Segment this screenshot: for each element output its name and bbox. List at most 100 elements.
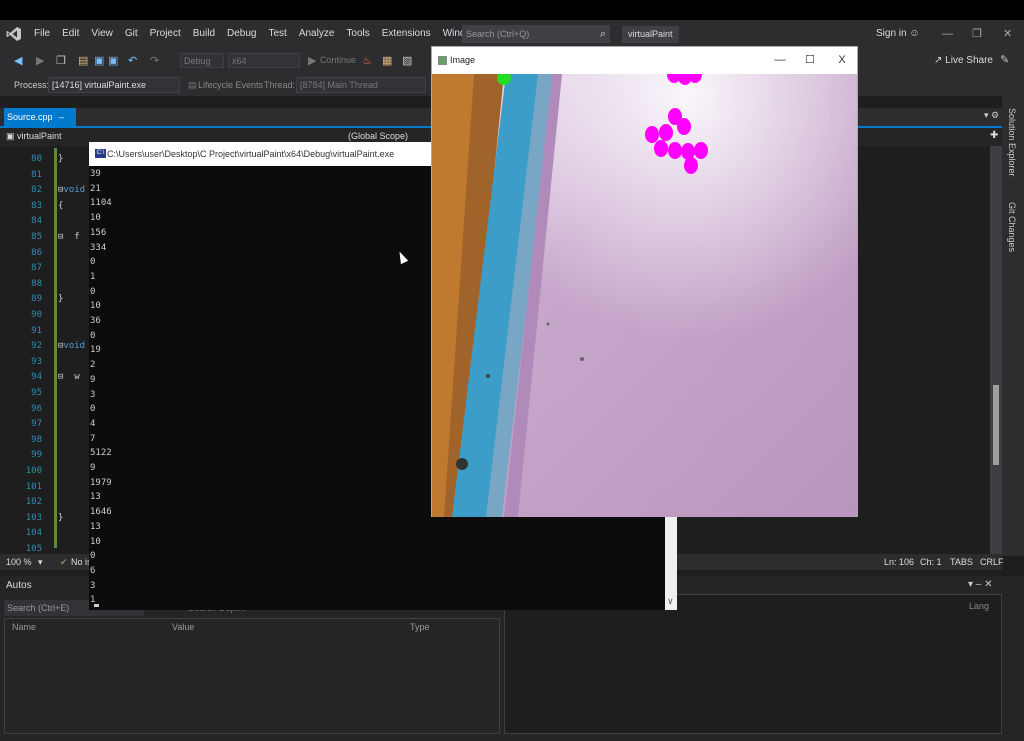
live-share-button[interactable]: ↗ Live Share: [934, 48, 993, 74]
console-line: 10: [90, 213, 101, 224]
save-all-icon[interactable]: ▣: [108, 54, 118, 67]
sign-in-button[interactable]: Sign in ☺: [876, 20, 920, 48]
split-icon[interactable]: ✚: [990, 130, 998, 141]
line-number: 87: [31, 263, 42, 274]
live-share-icon: ↗: [934, 55, 943, 66]
config-dropdown[interactable]: Debug: [180, 53, 224, 68]
code-line[interactable]: ⊟ f: [58, 232, 80, 242]
panel-controls-icon[interactable]: ▾ ‒ ✕: [968, 579, 993, 590]
git-changes-tab[interactable]: Git Changes: [1007, 202, 1017, 252]
new-project-icon[interactable]: ❐: [56, 54, 66, 67]
search-box[interactable]: Search (Ctrl+Q) ⌕: [462, 25, 610, 43]
process-dropdown[interactable]: [14716] virtualPaint.exe: [48, 77, 180, 93]
tab-overflow-icon[interactable]: ▾ ⚙: [984, 110, 999, 121]
pin-icon[interactable]: ‒: [59, 112, 64, 122]
thread-label: Thread:: [264, 80, 296, 90]
lifecycle-events-button[interactable]: Lifecycle Events: [198, 74, 263, 96]
crlf-status[interactable]: CRLF: [980, 554, 1004, 570]
menu-test[interactable]: Test: [262, 20, 292, 48]
continue-button[interactable]: Continue: [320, 55, 356, 65]
platform-dropdown[interactable]: x64: [228, 53, 300, 68]
zoom-dropdown-icon[interactable]: ▾: [38, 554, 43, 570]
close-icon[interactable]: ✕: [1003, 20, 1012, 48]
zoom-level[interactable]: 100 %: [6, 554, 32, 570]
paint-dot: [659, 124, 673, 141]
menu-edit[interactable]: Edit: [56, 20, 85, 48]
console-line: 13: [90, 492, 101, 503]
console-line: 36: [90, 316, 101, 326]
line-number: 102: [25, 497, 42, 508]
browse-icon[interactable]: ▦: [382, 54, 392, 67]
console-line: 7: [90, 433, 96, 444]
solution-explorer-tab[interactable]: Solution Explorer: [1007, 108, 1017, 177]
autos-title: Autos: [6, 580, 32, 591]
search-icon[interactable]: ⌕: [600, 25, 606, 43]
thread-dropdown[interactable]: [8784] Main Thread: [296, 77, 426, 93]
menu-debug[interactable]: Debug: [221, 20, 262, 48]
scope-nav-dropdown[interactable]: (Global Scope): [348, 131, 408, 141]
tab-source-cpp[interactable]: Source.cpp ‒ ✕: [4, 108, 76, 140]
console-line: 5122: [90, 448, 112, 459]
code-line[interactable]: ⊟void: [58, 185, 85, 195]
code-line[interactable]: {: [58, 201, 63, 211]
menu-build[interactable]: Build: [187, 20, 221, 48]
code-line[interactable]: }: [58, 513, 63, 523]
minimize-icon[interactable]: —: [942, 20, 953, 48]
console-line: 2: [90, 360, 96, 371]
console-line: 4: [90, 418, 96, 429]
play-icon[interactable]: ▶: [308, 54, 316, 67]
forward-icon[interactable]: ▶: [36, 54, 44, 67]
image-window[interactable]: Image — ☐ X: [431, 46, 858, 517]
image-titlebar[interactable]: Image — ☐ X: [432, 47, 857, 74]
menu-extensions[interactable]: Extensions: [376, 20, 437, 48]
console-cursor: [94, 604, 99, 607]
col-type-header[interactable]: Type: [410, 622, 430, 632]
image-minimize-button[interactable]: —: [764, 47, 796, 74]
menu-tools[interactable]: Tools: [340, 20, 375, 48]
line-number: 97: [31, 419, 42, 430]
webcam-frame: [432, 74, 857, 517]
image-close-button[interactable]: X: [826, 47, 858, 74]
image-maximize-button[interactable]: ☐: [794, 47, 826, 74]
output-pane[interactable]: Lang: [504, 594, 1002, 734]
menu-view[interactable]: View: [85, 20, 119, 48]
code-keyword: void: [63, 341, 86, 352]
undo-icon[interactable]: ↶: [128, 54, 137, 67]
back-icon[interactable]: ◀: [14, 54, 22, 67]
console-scroll-down-icon[interactable]: ∨: [667, 596, 674, 607]
restore-icon[interactable]: ❐: [972, 20, 982, 48]
screenshot-icon[interactable]: ▧: [402, 54, 412, 67]
col-name-header[interactable]: Name: [12, 622, 36, 632]
line-number: 88: [31, 278, 42, 289]
editor-scrollbar[interactable]: [990, 146, 1002, 554]
feedback-icon[interactable]: ✎: [1000, 53, 1009, 66]
console-line: 1104: [90, 198, 112, 209]
project-nav-dropdown[interactable]: ▣ virtualPaint: [6, 131, 62, 142]
open-folder-icon[interactable]: ▤: [78, 54, 88, 67]
save-icon[interactable]: ▣: [94, 54, 104, 67]
autos-grid[interactable]: [4, 618, 500, 734]
code-line[interactable]: ⊟ w: [58, 372, 80, 382]
line-number: 95: [31, 388, 42, 398]
line-number: 81: [31, 169, 42, 180]
code-line[interactable]: }: [58, 154, 63, 164]
menu-file[interactable]: File: [28, 20, 56, 48]
console-line: 13: [90, 521, 101, 532]
code-line[interactable]: }: [58, 294, 63, 304]
menu-analyze[interactable]: Analyze: [293, 20, 341, 48]
menu-git[interactable]: Git: [119, 20, 144, 48]
visual-studio-logo-icon[interactable]: [0, 20, 28, 48]
tabs-status[interactable]: TABS: [950, 554, 973, 570]
console-line: 3: [90, 389, 96, 400]
menu-project[interactable]: Project: [144, 20, 187, 48]
char-number-status: Ch: 1: [920, 557, 942, 567]
code-line[interactable]: ⊟void: [58, 341, 85, 351]
line-number: 85: [31, 232, 42, 242]
col-value-header[interactable]: Value: [172, 622, 194, 632]
redo-icon[interactable]: ↷: [150, 54, 159, 67]
line-number: 94: [31, 372, 42, 383]
top-black-strip: [0, 0, 1024, 20]
hot-reload-icon[interactable]: ♨: [362, 54, 372, 67]
editor-scrollbar-thumb[interactable]: [993, 385, 999, 465]
lifecycle-icon[interactable]: ▤: [188, 74, 197, 96]
